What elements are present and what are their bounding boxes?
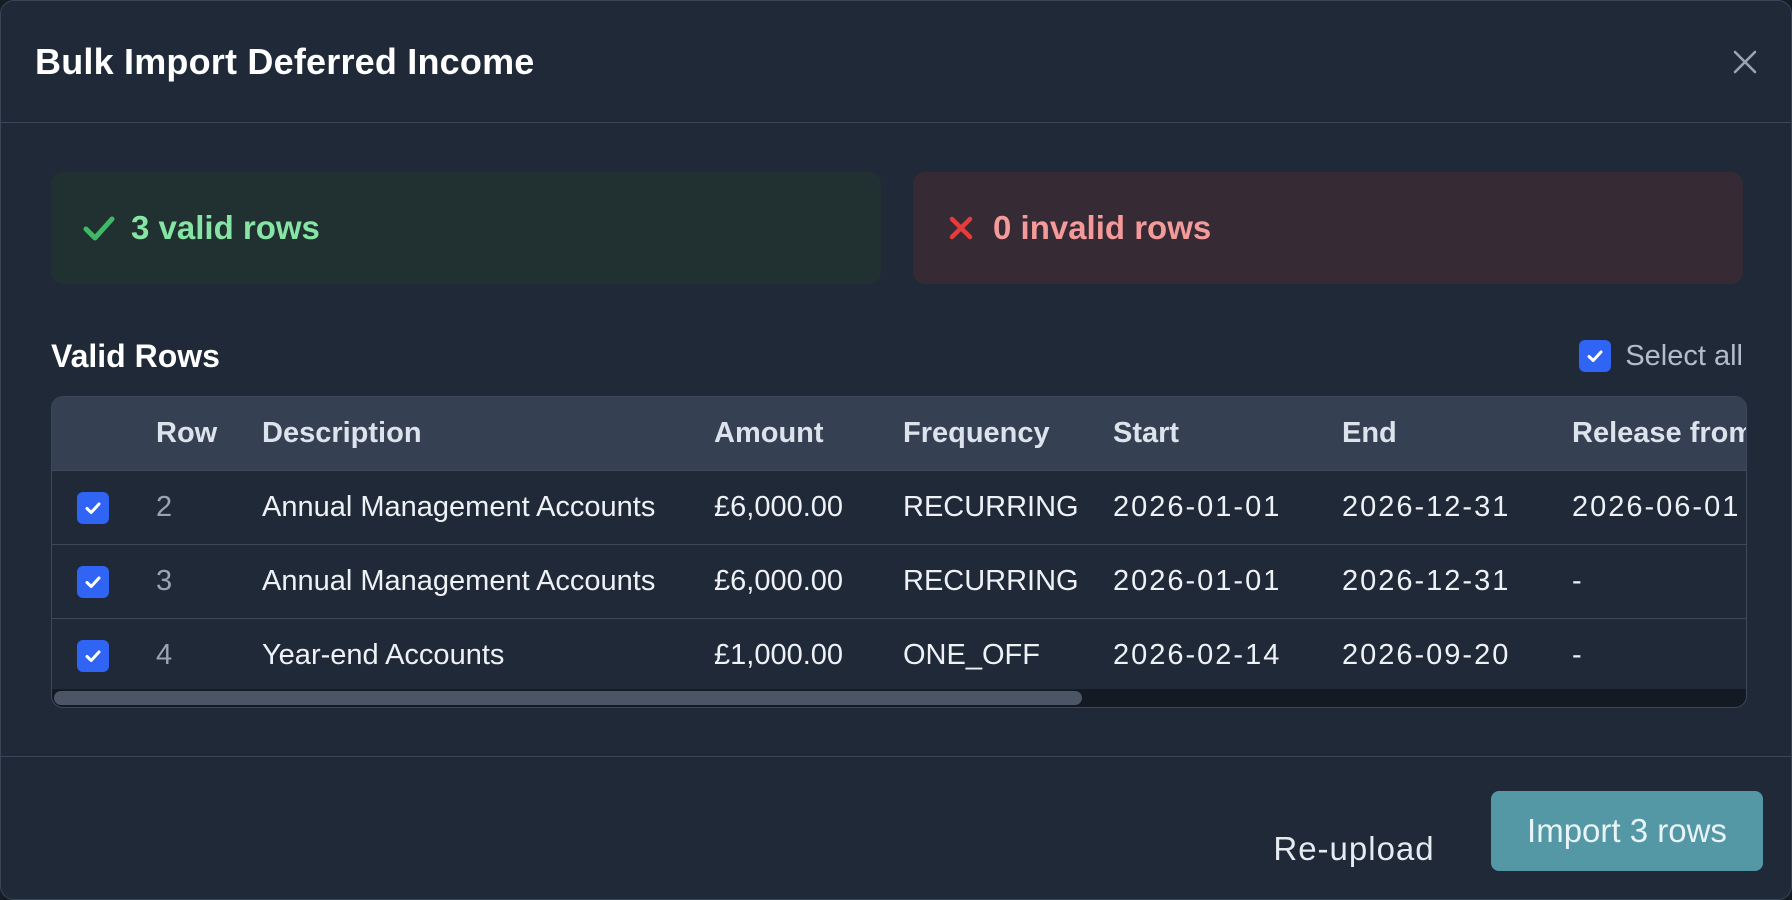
- cell-end: 2026-12-31: [1342, 565, 1511, 597]
- cell-start: 2026-01-01: [1113, 491, 1282, 523]
- valid-rows-card: 3 valid rows: [51, 172, 881, 284]
- bulk-import-dialog: Bulk Import Deferred Income 3 valid rows…: [0, 0, 1792, 900]
- column-header-description: Description: [262, 417, 422, 449]
- table-row: 4 Year-end Accounts £1,000.00 ONE_OFF 20…: [52, 618, 1746, 692]
- column-header-start: Start: [1113, 417, 1180, 449]
- column-header-amount: Amount: [714, 417, 824, 449]
- column-header-end: End: [1342, 417, 1397, 449]
- horizontal-scrollbar[interactable]: [52, 689, 1746, 707]
- column-header-frequency: Frequency: [903, 417, 1050, 449]
- select-all-checkbox[interactable]: Select all: [1579, 340, 1743, 373]
- x-icon: [943, 210, 979, 246]
- reupload-button[interactable]: Re-upload: [1260, 809, 1448, 889]
- cell-release-from: -: [1572, 565, 1584, 597]
- cell-start: 2026-02-14: [1113, 639, 1282, 671]
- section-title: Valid Rows: [51, 337, 220, 374]
- table-row: 3 Annual Management Accounts £6,000.00 R…: [52, 544, 1746, 618]
- cell-row-number: 3: [156, 565, 173, 597]
- cell-amount: £6,000.00: [714, 565, 844, 597]
- table-row: 2 Annual Management Accounts £6,000.00 R…: [52, 470, 1746, 544]
- cell-end: 2026-09-20: [1342, 639, 1511, 671]
- cell-row-number: 2: [156, 491, 173, 523]
- table-header: Row Description Amount Frequency Start E…: [52, 397, 1746, 470]
- cell-description: Annual Management Accounts: [262, 491, 656, 523]
- scrollbar-thumb[interactable]: [54, 691, 1082, 705]
- cell-row-number: 4: [156, 639, 173, 671]
- row-checkbox-cell: [52, 565, 156, 598]
- cell-release-from: 2026-06-01: [1572, 491, 1741, 523]
- row-checkbox[interactable]: [77, 491, 109, 524]
- select-all-label: Select all: [1625, 339, 1743, 372]
- row-checkbox[interactable]: [77, 565, 109, 598]
- dialog-header: Bulk Import Deferred Income: [1, 1, 1791, 123]
- column-header-row: Row: [156, 417, 218, 449]
- check-icon: [81, 210, 117, 246]
- row-checkbox-cell: [52, 639, 156, 672]
- import-summary: 3 valid rows 0 invalid rows: [51, 172, 1743, 284]
- row-checkbox-cell: [52, 491, 156, 524]
- valid-rows-header: Valid Rows Select all: [51, 331, 1743, 381]
- cell-frequency: ONE_OFF: [903, 639, 1040, 671]
- invalid-rows-card: 0 invalid rows: [913, 172, 1743, 284]
- cell-frequency: RECURRING: [903, 491, 1079, 523]
- valid-rows-table: Row Description Amount Frequency Start E…: [51, 396, 1747, 708]
- close-icon[interactable]: [1725, 42, 1765, 82]
- invalid-rows-count: 0 invalid rows: [993, 209, 1212, 246]
- cell-start: 2026-01-01: [1113, 565, 1282, 597]
- cell-end: 2026-12-31: [1342, 491, 1511, 523]
- cell-frequency: RECURRING: [903, 565, 1079, 597]
- cell-description: Year-end Accounts: [262, 639, 505, 671]
- column-header-release-from: Release from: [1572, 417, 1747, 449]
- cell-amount: £1,000.00: [714, 639, 844, 671]
- dialog-footer: Re-upload Import 3 rows: [1, 756, 1791, 899]
- import-rows-button[interactable]: Import 3 rows: [1491, 791, 1763, 871]
- cell-description: Annual Management Accounts: [262, 565, 656, 597]
- cell-amount: £6,000.00: [714, 491, 844, 523]
- checkbox-checked-icon[interactable]: [1579, 340, 1612, 372]
- valid-rows-count: 3 valid rows: [131, 209, 320, 246]
- cell-release-from: -: [1572, 639, 1584, 671]
- dialog-title: Bulk Import Deferred Income: [35, 40, 535, 82]
- row-checkbox[interactable]: [77, 639, 109, 672]
